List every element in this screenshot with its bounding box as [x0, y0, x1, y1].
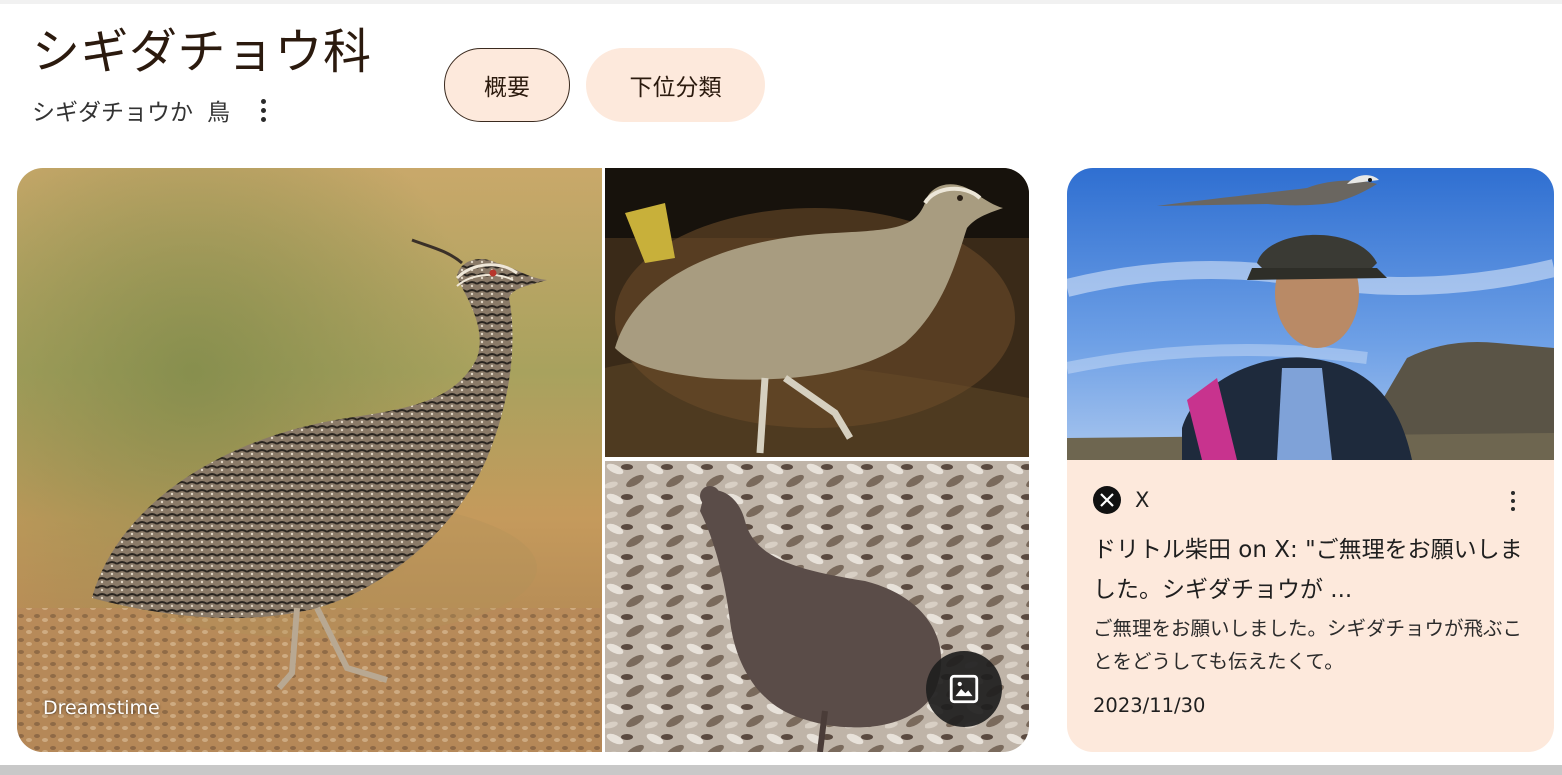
more-vert-icon[interactable] — [250, 95, 276, 125]
x-logo-icon — [1093, 486, 1121, 514]
tab-overview[interactable]: 概要 — [444, 48, 570, 122]
card-date: 2023/11/30 — [1093, 694, 1206, 717]
tab-subtaxa[interactable]: 下位分類 — [586, 48, 765, 122]
card-title[interactable]: ドリトル柴田 on X: "ご無理をお願いしました。シギダチョウが ... — [1093, 530, 1533, 610]
more-images-button[interactable] — [926, 651, 1002, 727]
tab-overview-label: 概要 — [484, 75, 530, 101]
subtitle-type: 鳥 — [207, 100, 230, 126]
top-divider — [0, 0, 1562, 4]
image-source-label: Dreamstime — [43, 697, 160, 719]
image-icon — [949, 674, 979, 704]
card-snippet: ご無理をお願いしました。シギダチョウが飛ぶことをどうしても伝えたくて。 — [1093, 617, 1523, 673]
image-mosaic: Dreamstime — [17, 168, 1029, 752]
card-source-name: X — [1135, 488, 1150, 512]
card-thumbnail — [1067, 168, 1554, 460]
card-source: X — [1093, 484, 1149, 516]
tab-subtaxa-label: 下位分類 — [629, 75, 722, 101]
result-card-x[interactable]: X ドリトル柴田 on X: "ご無理をお願いしました。シギダチョウが ... … — [1067, 168, 1554, 752]
entity-subtitle: シギダチョウか 鳥 — [32, 92, 276, 128]
horizontal-scrollbar[interactable] — [0, 765, 1562, 775]
card-more-vert-icon[interactable] — [1501, 486, 1525, 516]
subtitle-category: シギダチョウか — [32, 100, 193, 126]
tinamou-photo-main[interactable] — [17, 168, 602, 752]
tinamou-photo-top[interactable] — [605, 168, 1029, 457]
page-title: シギダチョウ科 — [32, 24, 372, 80]
